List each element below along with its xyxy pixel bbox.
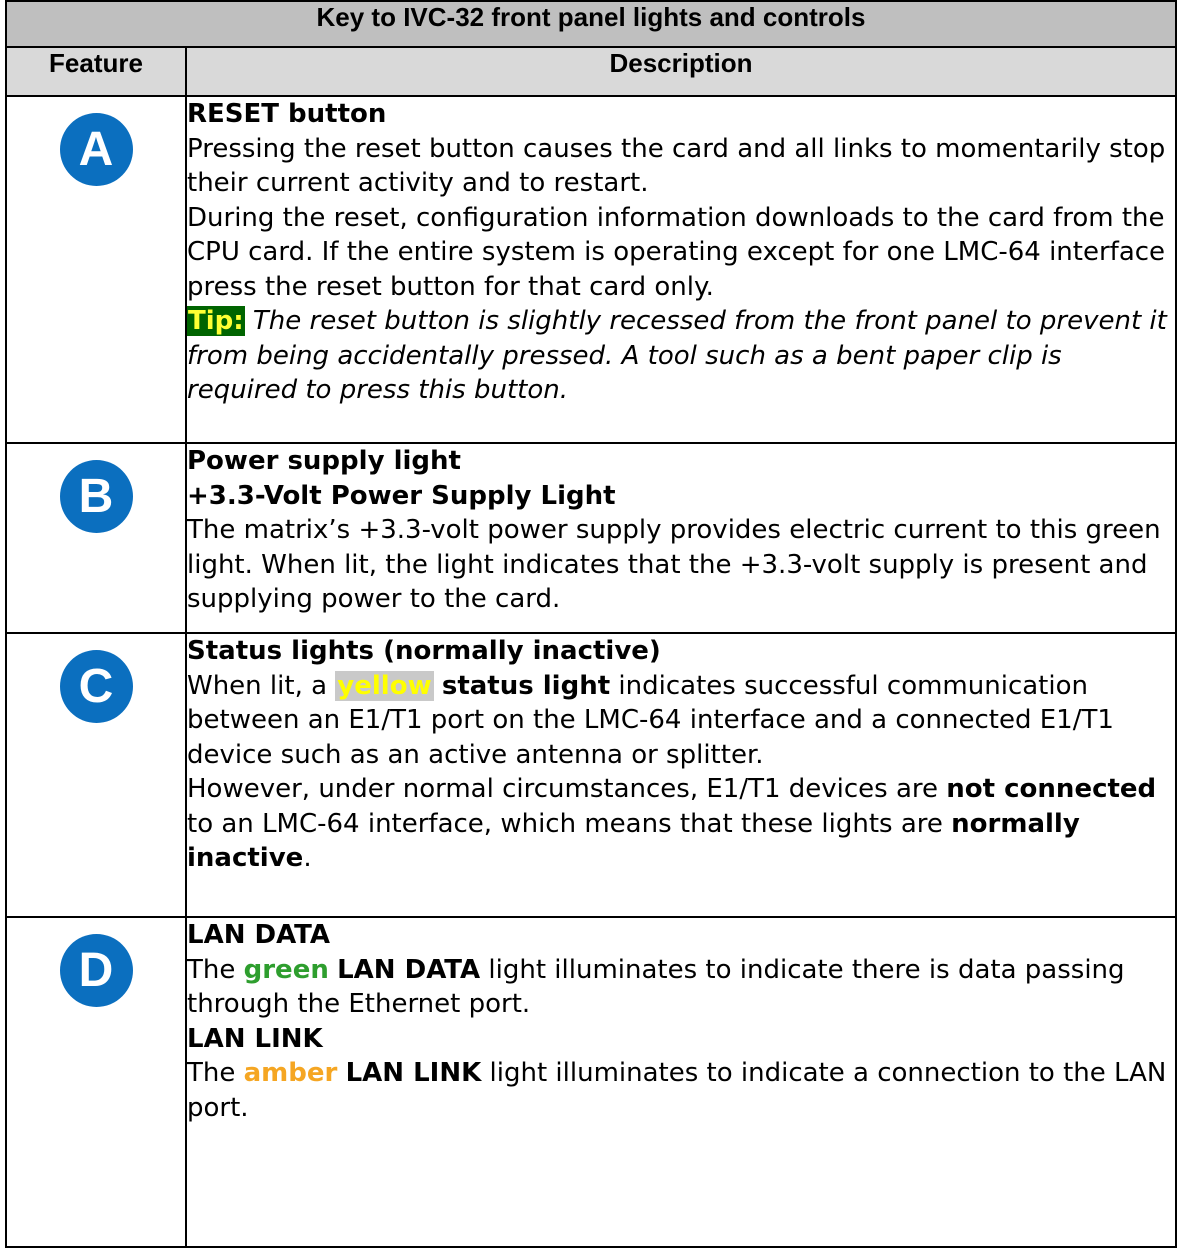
- row-heading: RESET button: [187, 99, 387, 129]
- row-paragraph: The matrix’s +3.3-volt power supply prov…: [187, 515, 1161, 614]
- table-row: A RESET button Pressing the reset button…: [5, 95, 1177, 444]
- amber-text: amber: [243, 1058, 338, 1088]
- table-row: D LAN DATA The green LAN DATA light illu…: [5, 916, 1177, 1248]
- row-paragraph: When lit, a yellow status light indicate…: [187, 670, 1114, 770]
- yellow-highlight: yellow: [335, 670, 434, 701]
- table-title: Key to IVC-32 front panel lights and con…: [5, 0, 1177, 48]
- description-cell: Power supply light +3.3-Volt Power Suppl…: [185, 442, 1177, 634]
- tip-text: The reset button is slightly recessed fr…: [187, 306, 1167, 405]
- feature-badge-a: A: [59, 113, 133, 186]
- tip-note: Tip: The reset button is slightly recess…: [187, 304, 1175, 408]
- feature-cell: A: [5, 95, 187, 444]
- row-heading: LAN LINK: [187, 1023, 323, 1054]
- row-subheading: +3.3-Volt Power Supply Light: [187, 480, 616, 511]
- row-paragraph: However, under normal circumstances, E1/…: [187, 774, 1157, 873]
- description-cell: RESET button Pressing the reset button c…: [185, 95, 1177, 444]
- column-header-feature: Feature: [5, 46, 187, 97]
- feature-cell: D: [5, 916, 187, 1248]
- front-panel-key-table: Key to IVC-32 front panel lights and con…: [5, 0, 1177, 1248]
- green-text: green: [243, 954, 329, 985]
- feature-badge-d: D: [59, 934, 133, 1007]
- table-row: B Power supply light +3.3-Volt Power Sup…: [5, 442, 1177, 634]
- feature-cell: B: [5, 442, 187, 634]
- tip-label: Tip:: [187, 306, 245, 336]
- feature-cell: C: [5, 632, 187, 918]
- description-cell: Status lights (normally inactive) When l…: [185, 632, 1177, 918]
- row-paragraph: Pressing the reset button causes the car…: [187, 133, 1166, 199]
- column-header-description: Description: [185, 46, 1177, 97]
- row-paragraph: The green LAN DATA light illuminates to …: [187, 954, 1125, 1020]
- row-heading: Power supply light: [187, 446, 461, 476]
- table-row: C Status lights (normally inactive) When…: [5, 632, 1177, 918]
- feature-badge-b: B: [59, 460, 133, 533]
- row-paragraph: The amber LAN LINK light illuminates to …: [187, 1058, 1167, 1123]
- row-paragraph: During the reset, configuration informat…: [187, 202, 1166, 302]
- description-cell: LAN DATA The green LAN DATA light illumi…: [185, 916, 1177, 1248]
- row-heading: LAN DATA: [187, 920, 331, 950]
- row-heading: Status lights (normally inactive): [187, 636, 661, 666]
- feature-badge-c: C: [59, 650, 133, 723]
